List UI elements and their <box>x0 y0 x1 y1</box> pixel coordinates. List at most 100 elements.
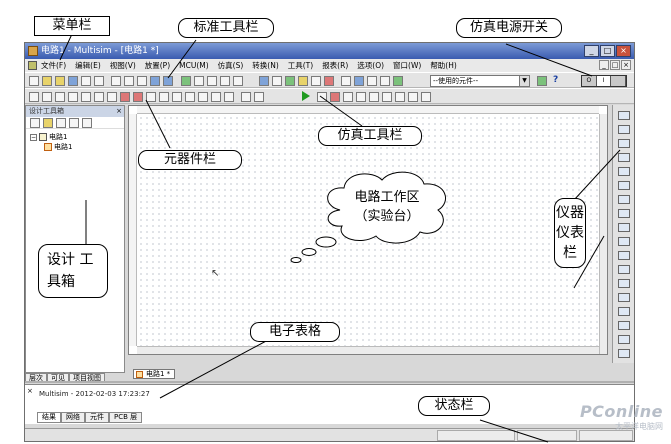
power-on-segment[interactable]: I <box>596 76 612 86</box>
menu-file[interactable]: 文件(F) <box>41 60 66 71</box>
word-generator-icon[interactable] <box>618 209 630 218</box>
source-component-icon[interactable] <box>29 92 39 102</box>
tab-components[interactable]: 元件 <box>85 412 109 423</box>
cmos-component-icon[interactable] <box>107 92 117 102</box>
paste-icon[interactable] <box>137 76 147 86</box>
mdi-minimize-button[interactable]: _ <box>599 60 609 70</box>
breakpoint-icon[interactable] <box>421 92 431 102</box>
simulation-power-switch[interactable]: O I <box>581 75 627 87</box>
frequency-counter-icon[interactable] <box>618 195 630 204</box>
sheet-tab-circuit1[interactable]: 电路1 * <box>133 369 175 379</box>
transistor-component-icon[interactable] <box>68 92 78 102</box>
open-sample-icon[interactable] <box>55 76 65 86</box>
create-component-icon[interactable] <box>298 76 308 86</box>
step-icon[interactable] <box>356 92 366 102</box>
close-icon[interactable]: × <box>27 387 33 395</box>
cut-icon[interactable] <box>111 76 121 86</box>
erc-icon[interactable] <box>341 76 351 86</box>
education-site-icon[interactable] <box>393 76 403 86</box>
edu-web-icon[interactable] <box>537 76 547 86</box>
new-file-icon[interactable] <box>29 76 39 86</box>
pause-at-next-icon[interactable] <box>343 92 353 102</box>
print-icon[interactable] <box>81 76 91 86</box>
ttl-component-icon[interactable] <box>94 92 104 102</box>
tree-node-design[interactable]: − 电路1 <box>30 132 120 142</box>
diode-component-icon[interactable] <box>55 92 65 102</box>
ultiboard-icon[interactable] <box>354 76 364 86</box>
close-button[interactable]: × <box>616 45 631 57</box>
stop-simulation-icon[interactable] <box>330 92 340 102</box>
step-out-icon[interactable] <box>395 92 405 102</box>
logic-analyzer-icon[interactable] <box>618 223 630 232</box>
menu-tools[interactable]: 工具(T) <box>288 60 313 71</box>
analog-component-icon[interactable] <box>81 92 91 102</box>
new-file-icon[interactable] <box>30 118 40 128</box>
postprocessor-icon[interactable] <box>324 76 334 86</box>
indicator-component-icon[interactable] <box>146 92 156 102</box>
save-icon[interactable] <box>56 118 66 128</box>
menu-transfer[interactable]: 转换(N) <box>252 60 278 71</box>
mixed-component-icon[interactable] <box>133 92 143 102</box>
back-annotate-icon[interactable] <box>380 76 390 86</box>
agilent-generator-icon[interactable] <box>618 307 630 316</box>
close-icon[interactable]: × <box>116 107 122 115</box>
oscilloscope-icon[interactable] <box>618 153 630 162</box>
chevron-down-icon[interactable]: ▼ <box>519 76 529 86</box>
multimeter-icon[interactable] <box>618 111 630 120</box>
current-probe-icon[interactable] <box>618 349 630 358</box>
misc-component-icon[interactable] <box>172 92 182 102</box>
menu-help[interactable]: 帮助(H) <box>430 60 457 71</box>
menu-window[interactable]: 窗口(W) <box>393 60 421 71</box>
electromech-component-icon[interactable] <box>211 92 221 102</box>
wattmeter-icon[interactable] <box>618 139 630 148</box>
mdi-close-button[interactable]: × <box>621 60 631 70</box>
bus-icon[interactable] <box>254 92 264 102</box>
step-into-icon[interactable] <box>382 92 392 102</box>
undo-icon[interactable] <box>150 76 160 86</box>
agilent-multimeter-icon[interactable] <box>618 321 630 330</box>
basic-component-icon[interactable] <box>42 92 52 102</box>
menu-view[interactable]: 视图(V) <box>110 60 136 71</box>
run-simulation-icon[interactable] <box>302 91 310 101</box>
open-folder-icon[interactable] <box>43 118 53 128</box>
rename-icon[interactable] <box>82 118 92 128</box>
zoom-fit-icon[interactable] <box>233 76 243 86</box>
distortion-analyzer-icon[interactable] <box>618 265 630 274</box>
hierarchical-block-icon[interactable] <box>241 92 251 102</box>
menu-reports[interactable]: 报表(R) <box>322 60 348 71</box>
tab-results[interactable]: 结果 <box>37 412 61 423</box>
zoom-area-icon[interactable] <box>220 76 230 86</box>
database-manager-icon[interactable] <box>285 76 295 86</box>
in-use-list-select[interactable]: --使用的元件-- ▼ <box>430 75 530 87</box>
menu-options[interactable]: 选项(O) <box>357 60 384 71</box>
print-preview-icon[interactable] <box>94 76 104 86</box>
tree-node-sheet[interactable]: 电路1 <box>30 142 120 152</box>
maximize-button[interactable]: □ <box>600 45 615 57</box>
horizontal-scrollbar[interactable] <box>137 346 599 354</box>
network-analyzer-icon[interactable] <box>618 293 630 302</box>
mdi-restore-button[interactable]: □ <box>610 60 620 70</box>
zoom-in-icon[interactable] <box>194 76 204 86</box>
four-channel-scope-icon[interactable] <box>618 167 630 176</box>
close-doc-icon[interactable] <box>69 118 79 128</box>
zoom-out-icon[interactable] <box>207 76 217 86</box>
misc-digital-icon[interactable] <box>120 92 130 102</box>
logic-converter-icon[interactable] <box>618 237 630 246</box>
toggle-toolbox-icon[interactable] <box>259 76 269 86</box>
run-to-cursor-icon[interactable] <box>408 92 418 102</box>
pause-simulation-icon[interactable] <box>317 92 327 102</box>
tab-pcb-layers[interactable]: PCB 层 <box>109 412 143 423</box>
step-over-icon[interactable] <box>369 92 379 102</box>
help-icon[interactable]: ? <box>553 75 558 85</box>
spectrum-analyzer-icon[interactable] <box>618 279 630 288</box>
menu-mcu[interactable]: MCU(M) <box>179 61 209 70</box>
full-screen-icon[interactable] <box>181 76 191 86</box>
open-folder-icon[interactable] <box>42 76 52 86</box>
menu-edit[interactable]: 编辑(E) <box>75 60 101 71</box>
rf-component-icon[interactable] <box>198 92 208 102</box>
vertical-scrollbar[interactable] <box>599 114 607 354</box>
splitter[interactable] <box>25 381 634 383</box>
spreadsheet-view-icon[interactable] <box>272 76 282 86</box>
power-off-segment[interactable]: O <box>582 76 597 86</box>
bode-plotter-icon[interactable] <box>618 181 630 190</box>
